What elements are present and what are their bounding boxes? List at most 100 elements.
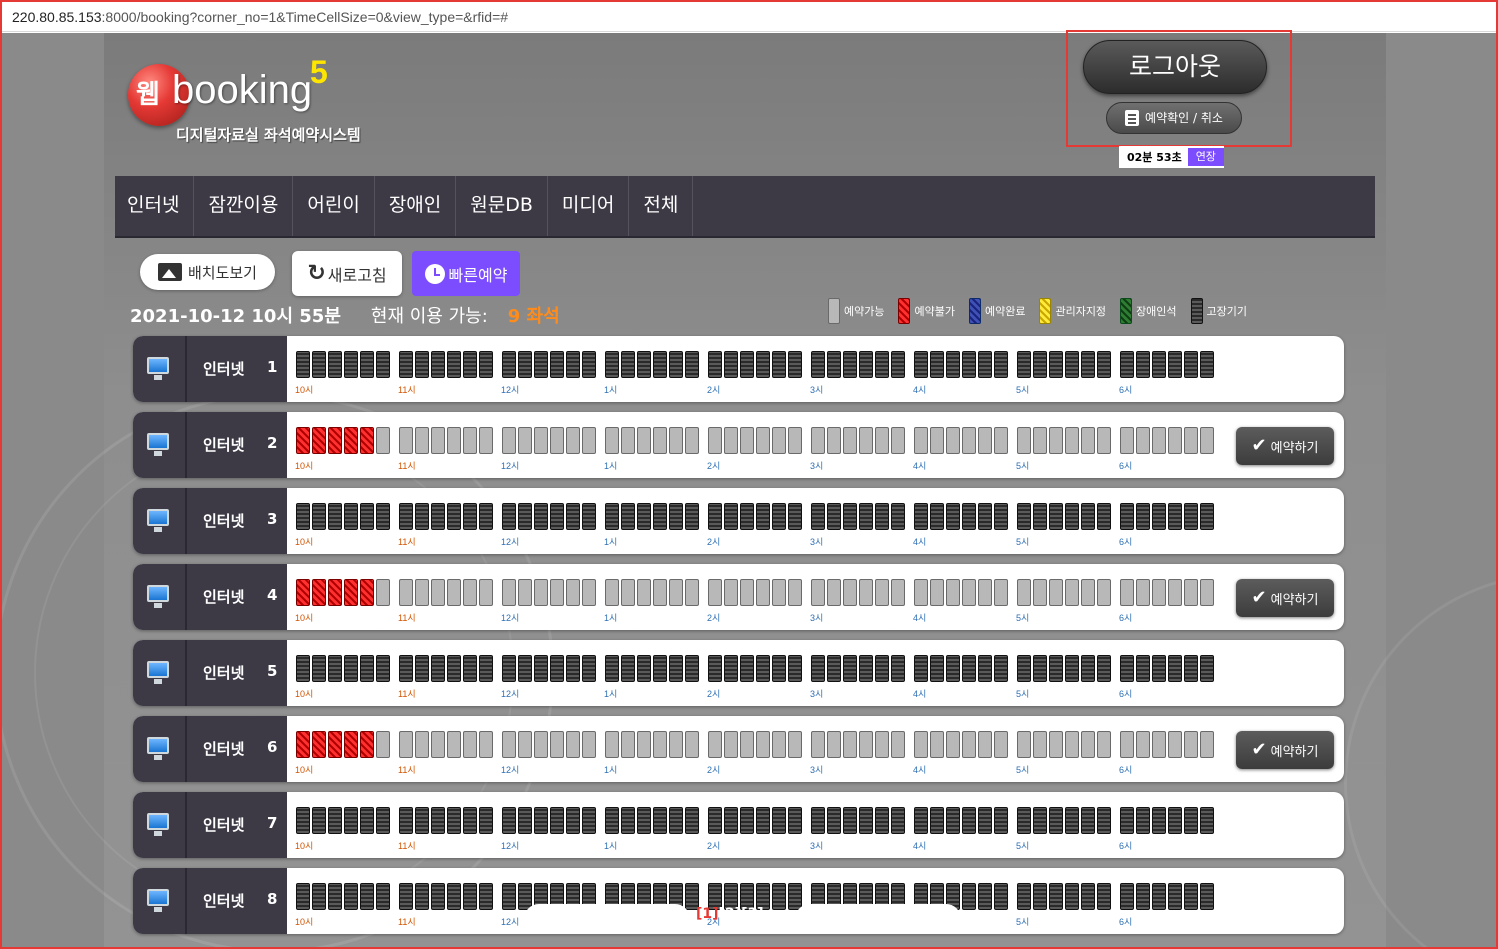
pager-next-button[interactable] <box>795 904 961 934</box>
time-slot-available[interactable] <box>685 579 699 606</box>
time-slot-available[interactable] <box>447 731 461 758</box>
time-slot-available[interactable] <box>1152 427 1166 454</box>
time-slot-available[interactable] <box>914 427 928 454</box>
time-slot-available[interactable] <box>447 579 461 606</box>
nav-tab-4[interactable]: 원문DB <box>456 176 548 236</box>
time-slot-available[interactable] <box>740 731 754 758</box>
time-slot-available[interactable] <box>502 427 516 454</box>
time-slot-available[interactable] <box>463 427 477 454</box>
time-slot-available[interactable] <box>962 731 976 758</box>
time-slot-available[interactable] <box>1184 427 1198 454</box>
time-slot-available[interactable] <box>811 579 825 606</box>
time-slot-available[interactable] <box>550 579 564 606</box>
time-slot-available[interactable] <box>669 579 683 606</box>
pager-numbers[interactable]: [1][2][3] <box>696 906 764 922</box>
time-slot-available[interactable] <box>1200 427 1214 454</box>
time-slot-available[interactable] <box>827 579 841 606</box>
time-slot-available[interactable] <box>978 579 992 606</box>
time-slot-available[interactable] <box>708 731 722 758</box>
time-slot-available[interactable] <box>914 731 928 758</box>
nav-tab-3[interactable]: 장애인 <box>375 176 457 236</box>
time-slot-available[interactable] <box>415 579 429 606</box>
time-slot-available[interactable] <box>891 731 905 758</box>
time-slot-available[interactable] <box>1097 427 1111 454</box>
time-slot-available[interactable] <box>772 579 786 606</box>
extend-button[interactable]: 연장 <box>1187 148 1224 166</box>
time-slot-available[interactable] <box>914 579 928 606</box>
time-slot-available[interactable] <box>788 579 802 606</box>
time-slot-available[interactable] <box>962 427 976 454</box>
time-slot-available[interactable] <box>772 731 786 758</box>
time-slot-available[interactable] <box>566 731 580 758</box>
logout-button[interactable]: 로그아웃 <box>1083 40 1267 94</box>
time-slot-available[interactable] <box>653 427 667 454</box>
time-slot-available[interactable] <box>1081 427 1095 454</box>
time-slot-available[interactable] <box>399 427 413 454</box>
time-slot-available[interactable] <box>550 427 564 454</box>
time-slot-available[interactable] <box>930 427 944 454</box>
time-slot-available[interactable] <box>843 427 857 454</box>
time-slot-available[interactable] <box>518 579 532 606</box>
time-slot-available[interactable] <box>431 427 445 454</box>
time-slot-available[interactable] <box>653 731 667 758</box>
time-slot-available[interactable] <box>740 427 754 454</box>
time-slot-available[interactable] <box>566 427 580 454</box>
time-slot-available[interactable] <box>962 579 976 606</box>
time-slot-available[interactable] <box>479 427 493 454</box>
site-logo[interactable]: 웹 booking 5 디지털자료실 좌석예약시스템 <box>128 54 388 152</box>
time-slot-available[interactable] <box>376 427 390 454</box>
pager-current[interactable]: [1] <box>696 906 719 922</box>
time-slot-available[interactable] <box>1097 579 1111 606</box>
time-slot-available[interactable] <box>1081 579 1095 606</box>
time-slot-available[interactable] <box>605 579 619 606</box>
time-slot-available[interactable] <box>1184 731 1198 758</box>
nav-tab-5[interactable]: 미디어 <box>548 176 630 236</box>
time-slot-available[interactable] <box>685 731 699 758</box>
time-slot-available[interactable] <box>827 427 841 454</box>
time-slot-available[interactable] <box>1136 731 1150 758</box>
time-slot-available[interactable] <box>582 427 596 454</box>
time-slot-available[interactable] <box>1049 427 1063 454</box>
time-slot-available[interactable] <box>708 579 722 606</box>
time-slot-available[interactable] <box>788 427 802 454</box>
time-slot-available[interactable] <box>859 579 873 606</box>
time-slot-available[interactable] <box>376 731 390 758</box>
time-slot-available[interactable] <box>582 579 596 606</box>
time-slot-available[interactable] <box>431 731 445 758</box>
time-slot-available[interactable] <box>415 427 429 454</box>
time-slot-available[interactable] <box>1136 579 1150 606</box>
time-slot-available[interactable] <box>1033 731 1047 758</box>
time-slot-available[interactable] <box>1168 731 1182 758</box>
time-slot-available[interactable] <box>534 427 548 454</box>
time-slot-available[interactable] <box>1033 579 1047 606</box>
time-slot-available[interactable] <box>399 731 413 758</box>
time-slot-available[interactable] <box>930 579 944 606</box>
time-slot-available[interactable] <box>708 427 722 454</box>
time-slot-available[interactable] <box>1049 579 1063 606</box>
time-slot-available[interactable] <box>891 427 905 454</box>
time-slot-available[interactable] <box>431 579 445 606</box>
time-slot-available[interactable] <box>875 427 889 454</box>
time-slot-available[interactable] <box>946 427 960 454</box>
reservation-confirm-cancel-button[interactable]: 예약확인 / 취소 <box>1106 102 1242 134</box>
time-slot-available[interactable] <box>724 731 738 758</box>
pager-others[interactable]: [2][3] <box>719 906 764 922</box>
time-slot-available[interactable] <box>756 427 770 454</box>
time-slot-available[interactable] <box>1065 427 1079 454</box>
nav-tab-0[interactable]: 인터넷 <box>115 176 195 236</box>
time-slot-available[interactable] <box>1017 731 1031 758</box>
time-slot-available[interactable] <box>811 731 825 758</box>
time-slot-available[interactable] <box>1168 579 1182 606</box>
time-slot-available[interactable] <box>1168 427 1182 454</box>
time-slot-available[interactable] <box>621 579 635 606</box>
time-slot-available[interactable] <box>827 731 841 758</box>
time-slot-available[interactable] <box>669 731 683 758</box>
time-slot-available[interactable] <box>550 731 564 758</box>
time-slot-available[interactable] <box>772 427 786 454</box>
time-slot-available[interactable] <box>1152 579 1166 606</box>
time-slot-available[interactable] <box>479 579 493 606</box>
time-slot-available[interactable] <box>582 731 596 758</box>
time-slot-available[interactable] <box>605 731 619 758</box>
nav-tab-1[interactable]: 잠깐이용 <box>194 176 294 236</box>
time-slot-available[interactable] <box>685 427 699 454</box>
